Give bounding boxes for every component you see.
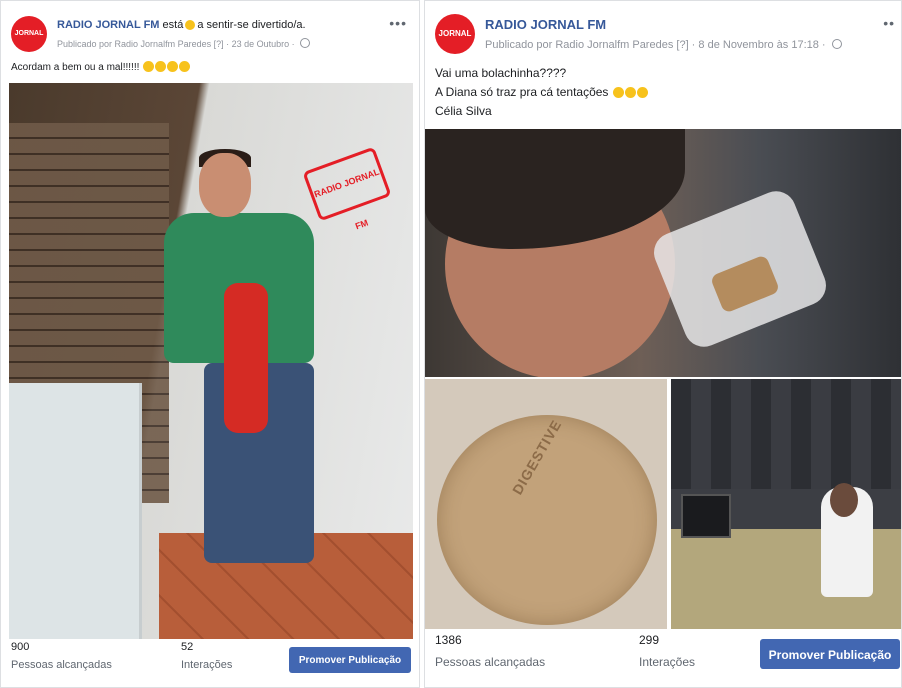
laughing-emoji-icon [143, 61, 155, 72]
smiling-emoji-icon [612, 87, 624, 98]
feeling-label: a sentir-se divertido/a. [197, 19, 306, 31]
caption-line: A Diana só traz pra cá tentações [435, 85, 609, 99]
smiling-emoji-icon [624, 87, 636, 98]
post-date[interactable]: 8 de Novembro às 17:18 [698, 39, 818, 51]
promote-post-button[interactable]: Promover Publicação [760, 639, 900, 669]
post-photo[interactable] [425, 129, 901, 377]
feeling-text: está a sentir-se divertido/a. [163, 19, 306, 31]
info-marker[interactable]: [?] [676, 39, 688, 51]
post-photo[interactable]: DIGESTIVE [425, 379, 667, 629]
smiling-emoji-icon [185, 20, 196, 30]
caption-line: Acordam a bem ou a mal!!!!!! [11, 62, 140, 73]
studio-wall [671, 379, 901, 489]
laughing-emoji-icon [167, 61, 179, 72]
post-meta: Publicado por Radio Jornalfm Paredes [?]… [485, 39, 842, 51]
reach-value: 1386 [435, 633, 462, 647]
post-caption: Acordam a bem ou a mal!!!!!! [11, 61, 191, 73]
smiling-emoji-icon [636, 87, 648, 98]
tagged-person[interactable]: Célia Silva [435, 102, 648, 121]
post-photo[interactable]: RADIO JORNAL FM [9, 83, 413, 639]
published-by[interactable]: Publicado por Radio Jornalfm Paredes [485, 39, 673, 51]
more-options-icon[interactable]: ••• [389, 15, 407, 31]
reach-label: Pessoas alcançadas [435, 655, 546, 669]
published-by[interactable]: Publicado por Radio Jornalfm Paredes [57, 39, 211, 49]
page-avatar[interactable]: JORNAL [11, 16, 47, 52]
post-photo[interactable] [671, 379, 901, 629]
post-card: JORNAL RADIO JORNAL FM está a sentir-se d… [0, 0, 420, 688]
laughing-emoji-icon [155, 61, 167, 72]
man-with-extinguisher [164, 149, 334, 593]
post-header: JORNAL RADIO JORNAL FM Publicado por Rad… [425, 1, 901, 71]
post-card: JORNAL RADIO JORNAL FM Publicado por Rad… [424, 0, 902, 688]
page-avatar[interactable]: JORNAL [435, 14, 475, 54]
promote-post-button[interactable]: Promover Publicação [289, 647, 411, 673]
page-name-link[interactable]: RADIO JORNAL FM [57, 19, 159, 31]
guest-head [830, 483, 858, 517]
fire-extinguisher [224, 283, 268, 433]
caption-line-with-emoji: A Diana só traz pra cá tentações [435, 83, 648, 102]
interactions-value: 52 [181, 641, 194, 653]
glass-door [9, 383, 142, 639]
monitor [681, 494, 731, 538]
post-footer: 1386 Pessoas alcançadas 299 Interações P… [425, 629, 901, 687]
reach-value: 900 [11, 641, 30, 653]
interactions-value: 299 [639, 633, 660, 647]
post-caption: Vai uma bolachinha???? A Diana só traz p… [435, 64, 648, 121]
page-name-link[interactable]: RADIO JORNAL FM [485, 17, 606, 32]
post-date[interactable]: 23 de Outubro [232, 39, 290, 49]
reach-label: Pessoas alcançadas [11, 659, 112, 671]
laughing-emoji-icon [179, 61, 191, 72]
globe-icon [300, 38, 311, 48]
info-marker[interactable]: [?] [214, 39, 224, 49]
head [199, 153, 251, 217]
interactions-label: Interações [181, 659, 233, 671]
globe-icon [831, 39, 842, 49]
caption-line: Vai uma bolachinha???? [435, 66, 567, 80]
more-options-icon[interactable]: •• [883, 15, 895, 31]
interactions-label: Interações [639, 655, 696, 669]
feeling-prefix: está [162, 19, 184, 31]
post-meta: Publicado por Radio Jornalfm Paredes [?]… [57, 38, 311, 49]
page-name-line: RADIO JORNAL FM está a sentir-se divertid… [57, 19, 306, 31]
post-footer: 900 Pessoas alcançadas 52 Interações Pro… [1, 637, 419, 687]
